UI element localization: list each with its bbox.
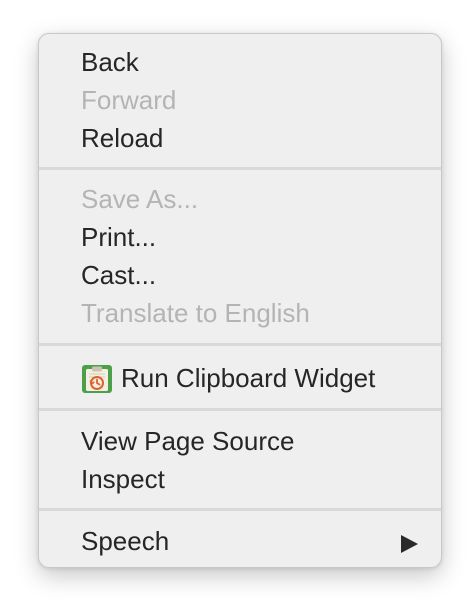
menu-item-save-as: Save As... (81, 184, 199, 214)
menu-item-cast[interactable]: Cast... (39, 256, 441, 294)
menu-item-back[interactable]: Back (39, 43, 441, 81)
menu-item-print[interactable]: Print... (39, 218, 441, 256)
menu-item-view-page-source[interactable]: View Page Source (39, 422, 441, 460)
menu-item-label: Speech (81, 526, 170, 556)
menu-item-reload[interactable]: Reload (39, 119, 441, 157)
menu-separator (39, 508, 441, 511)
menu-item-run-clipboard-widget[interactable]: Run Clipboard Widget (39, 359, 441, 397)
submenu-arrow-icon (401, 535, 418, 553)
menu-item-forward: Forward (81, 85, 177, 115)
menu-item-inspect[interactable]: Inspect (39, 460, 441, 498)
menu-item-label: Run Clipboard Widget (121, 363, 376, 393)
menu-separator (39, 343, 441, 346)
menu-item-translate: Translate to English (81, 298, 310, 328)
menu-item-speech[interactable]: Speech (39, 522, 441, 560)
context-menu: Back Forward Reload Save As... Print... … (38, 33, 442, 568)
clipboard-widget-icon (82, 365, 112, 393)
menu-separator (39, 408, 441, 411)
menu-separator (39, 167, 441, 170)
